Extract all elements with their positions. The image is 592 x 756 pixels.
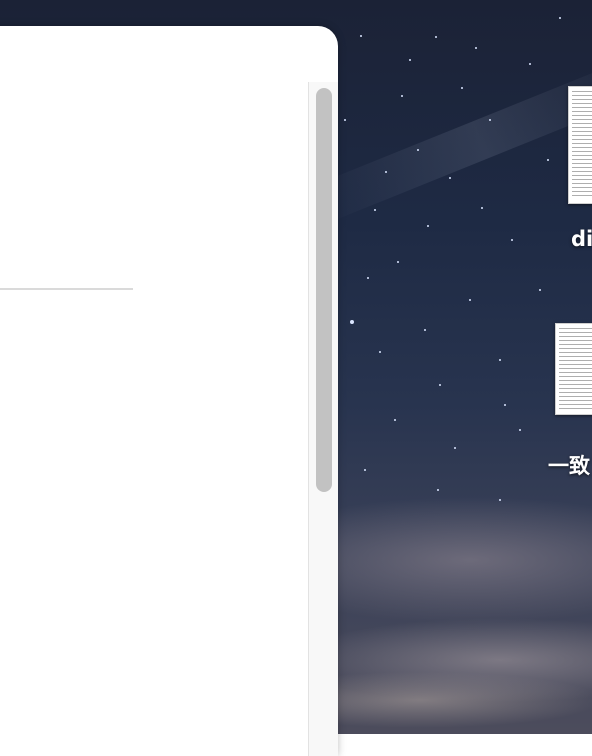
file-label-di[interactable]: di [571, 227, 592, 251]
text-document-icon [559, 328, 592, 410]
file-label-yizhi[interactable]: 一致 [548, 450, 590, 480]
divider-line [0, 288, 133, 290]
file-icon-yizhi[interactable] [555, 323, 592, 415]
file-icon-di[interactable] [568, 86, 592, 204]
scrollbar-thumb[interactable] [316, 88, 332, 492]
app-window [0, 26, 338, 756]
text-document-icon [572, 91, 592, 199]
